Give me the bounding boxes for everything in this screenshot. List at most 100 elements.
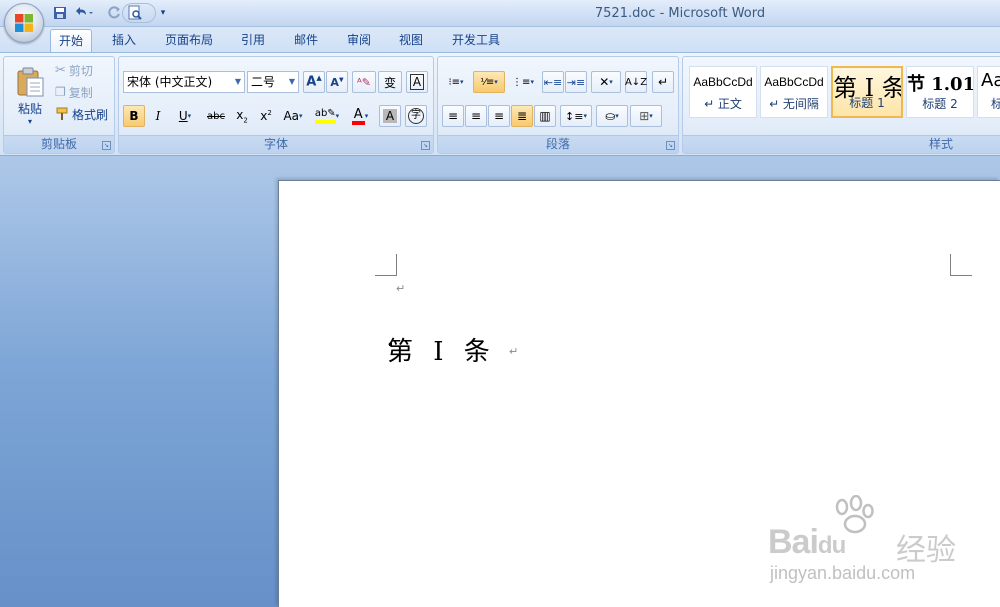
strikethrough-icon: abc xyxy=(207,110,225,122)
superscript-button[interactable]: x2 xyxy=(255,105,277,127)
font-name-combo[interactable]: 宋体 (中文正文) ▼ xyxy=(123,71,245,93)
increase-indent-button[interactable]: ⇥≡ xyxy=(565,71,587,93)
copy-icon: ❐ xyxy=(55,85,66,99)
enclose-characters-icon: 字 xyxy=(408,108,424,124)
paste-button[interactable]: 粘贴 ▾ xyxy=(8,60,52,132)
heading-text[interactable]: 第 I 条 xyxy=(387,331,496,368)
underline-button[interactable]: U ▾ xyxy=(171,105,199,127)
decrease-indent-icon: ⇤≡ xyxy=(543,75,563,89)
paste-dropdown-icon: ▾ xyxy=(27,117,32,126)
copy-button[interactable]: ❐ 复制 xyxy=(54,82,114,102)
font-size-combo[interactable]: 二号 ▼ xyxy=(247,71,299,93)
numbering-icon: ⅟≡ xyxy=(480,76,495,88)
sort-button[interactable]: A↓Z xyxy=(625,71,647,93)
paragraph-mark: ↵ xyxy=(509,345,519,358)
font-size-dropdown-icon: ▼ xyxy=(288,77,295,86)
align-left-icon: ≡ xyxy=(447,109,459,123)
clipboard-dialog-launcher[interactable]: ↘ xyxy=(102,141,111,150)
change-case-icon: Aa xyxy=(283,109,300,123)
tab-home[interactable]: 开始 xyxy=(50,29,93,52)
tab-references[interactable]: 引用 xyxy=(233,29,273,52)
align-left-button[interactable]: ≡ xyxy=(442,105,464,127)
style-sample: AaBbCcDd xyxy=(764,75,824,89)
paragraph-group-label: 段落 xyxy=(438,135,678,153)
style-sample: 节 1.01 xyxy=(907,74,973,95)
line-spacing-button[interactable]: ↕≡ ▾ xyxy=(560,105,592,127)
highlight-button[interactable]: ab✎ ▾ xyxy=(311,105,343,127)
font-dialog-launcher[interactable]: ↘ xyxy=(421,141,430,150)
show-marks-button[interactable]: ↵ xyxy=(652,71,674,93)
cut-button[interactable]: ✂ 剪切 xyxy=(54,60,114,80)
character-border-button[interactable]: A xyxy=(406,71,428,93)
numbering-button[interactable]: ⅟≡ ▾ xyxy=(473,71,505,93)
style-name: 标题 1 xyxy=(849,96,885,110)
style-heading-2[interactable]: 节 1.01 标题 2 xyxy=(906,66,974,118)
tab-mailings[interactable]: 邮件 xyxy=(286,29,326,52)
character-shading-icon: A xyxy=(382,109,398,123)
grow-font-icon: A▲ xyxy=(306,74,322,90)
style-sample: AaBbCcDd xyxy=(693,75,753,89)
cut-label: 剪切 xyxy=(68,63,93,78)
character-shading-button[interactable]: A xyxy=(379,105,401,127)
tab-developer[interactable]: 开发工具 xyxy=(444,29,508,52)
superscript-icon: x2 xyxy=(260,109,272,123)
format-painter-icon xyxy=(56,107,68,120)
distributed-button[interactable]: ▥ xyxy=(534,105,556,127)
styles-group: AaBbCcDd ↵ 正文 AaBbCcDd ↵ 无间隔 第 I 条 标题 1 … xyxy=(682,56,1000,154)
clipboard-group-label: 剪贴板 xyxy=(4,135,114,153)
subscript-icon: x2 xyxy=(236,107,248,125)
tab-review[interactable]: 审阅 xyxy=(339,29,379,52)
borders-button[interactable]: ⊞ ▾ xyxy=(630,105,662,127)
style-name: ↵ 无间隔 xyxy=(769,97,819,111)
multilevel-list-icon: ⋮≡ xyxy=(512,76,531,88)
change-case-button[interactable]: Aa ▾ xyxy=(279,105,307,127)
shrink-font-button[interactable]: A▼ xyxy=(326,71,348,93)
format-painter-button[interactable]: 格式刷 xyxy=(54,104,114,124)
italic-button[interactable]: I xyxy=(147,105,169,127)
bold-icon: B xyxy=(129,109,139,123)
shading-button[interactable]: ⛀ ▾ xyxy=(596,105,628,127)
copy-label: 复制 xyxy=(68,85,93,100)
font-size-value: 二号 xyxy=(251,75,276,89)
font-color-icon: A xyxy=(351,108,365,125)
paste-icon xyxy=(17,67,44,97)
clear-formatting-button[interactable]: ᴬ✎ xyxy=(352,71,376,93)
phonetic-guide-button[interactable]: 变 xyxy=(378,71,402,93)
style-heading-1[interactable]: 第 I 条 标题 1 xyxy=(831,66,903,118)
align-center-button[interactable]: ≡ xyxy=(465,105,487,127)
style-title[interactable]: Aa 标 xyxy=(977,66,1000,118)
strikethrough-button[interactable]: abc xyxy=(203,105,229,127)
font-color-button[interactable]: A ▾ xyxy=(345,105,375,127)
paste-label: 粘贴 xyxy=(17,102,42,116)
tab-view[interactable]: 视图 xyxy=(391,29,431,52)
multilevel-list-button[interactable]: ⋮≡ ▾ xyxy=(508,71,538,93)
bullets-button[interactable]: ⁝≡ ▾ xyxy=(442,71,470,93)
paragraph-mark: ↵ xyxy=(396,282,406,295)
justify-icon: ≣ xyxy=(516,109,528,123)
baidu-watermark: Baidu 经验 jingyan.baidu.com xyxy=(768,495,993,595)
title-bar: ▾ 7521.doc - Microsoft Word xyxy=(0,0,1000,43)
scissors-icon: ✂ xyxy=(55,62,66,78)
grow-font-button[interactable]: A▲ xyxy=(303,71,325,93)
bold-button[interactable]: B xyxy=(123,105,145,127)
tab-insert[interactable]: 插入 xyxy=(104,29,144,52)
align-right-button[interactable]: ≡ xyxy=(488,105,510,127)
office-button[interactable] xyxy=(4,3,44,43)
styles-group-label: 样式 xyxy=(683,135,1000,153)
enclose-characters-button[interactable]: 字 xyxy=(405,105,427,127)
paragraph-mark-icon: ↵ xyxy=(657,75,669,89)
font-group-label: 字体 xyxy=(119,135,433,153)
tab-page-layout[interactable]: 页面布局 xyxy=(157,29,221,52)
paragraph-dialog-launcher[interactable]: ↘ xyxy=(666,141,675,150)
subscript-button[interactable]: x2 xyxy=(231,105,253,127)
font-name-dropdown-icon: ▼ xyxy=(234,77,241,86)
sort-icon: A↓Z xyxy=(624,76,648,88)
justify-button[interactable]: ≣ xyxy=(511,105,533,127)
decrease-indent-button[interactable]: ⇤≡ xyxy=(542,71,564,93)
style-no-spacing[interactable]: AaBbCcDd ↵ 无间隔 xyxy=(760,66,828,118)
style-name: 标题 2 xyxy=(922,97,958,111)
chinese-layout-button[interactable]: ✕ ▾ xyxy=(591,71,621,93)
ribbon-tab-bar: 开始 插入 页面布局 引用 邮件 审阅 视图 开发工具 xyxy=(0,27,1000,52)
style-normal[interactable]: AaBbCcDd ↵ 正文 xyxy=(689,66,757,118)
borders-icon: ⊞ xyxy=(639,109,650,123)
